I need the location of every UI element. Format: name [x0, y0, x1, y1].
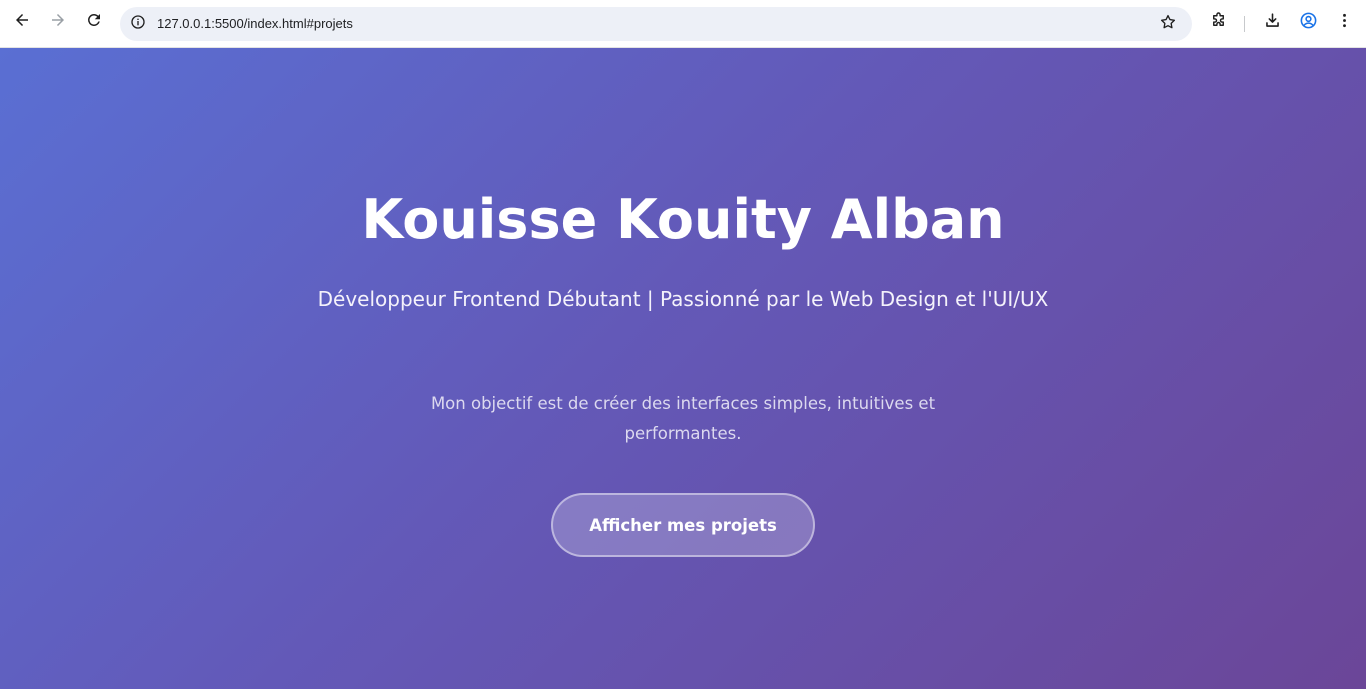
- star-icon: [1159, 13, 1177, 36]
- kebab-menu-icon: [1335, 11, 1354, 35]
- site-info-button[interactable]: [129, 14, 147, 35]
- address-bar[interactable]: 127.0.0.1:5500/index.html#projets: [120, 7, 1192, 41]
- arrow-left-icon: [13, 11, 31, 34]
- reload-button[interactable]: [80, 8, 108, 36]
- toolbar-divider: [1244, 16, 1245, 32]
- reload-icon: [85, 11, 103, 34]
- hero-section: Kouisse Kouity Alban Développeur Fronten…: [0, 48, 1366, 689]
- download-icon: [1263, 11, 1282, 35]
- hero-description: Mon objectif est de créer des interfaces…: [430, 394, 936, 443]
- hero-subtitle: Développeur Frontend Débutant | Passionn…: [317, 287, 1049, 311]
- extensions-button[interactable]: [1205, 10, 1231, 36]
- forward-button[interactable]: [44, 8, 72, 36]
- active-tab-edge: [845, 0, 930, 2]
- browser-menu-button[interactable]: [1331, 10, 1357, 36]
- downloads-button[interactable]: [1259, 10, 1285, 36]
- account-icon: [1299, 11, 1318, 35]
- puzzle-icon: [1209, 11, 1228, 35]
- browser-toolbar: 127.0.0.1:5500/index.html#projets: [0, 0, 1366, 48]
- profile-button[interactable]: [1295, 10, 1321, 36]
- show-projects-button[interactable]: Afficher mes projets: [551, 493, 815, 557]
- url-text[interactable]: 127.0.0.1:5500/index.html#projets: [157, 16, 353, 31]
- info-icon: [130, 14, 146, 35]
- bookmark-button[interactable]: [1158, 14, 1178, 34]
- hero-title: Kouisse Kouity Alban: [361, 188, 1005, 251]
- arrow-right-icon: [49, 11, 67, 34]
- back-button[interactable]: [8, 8, 36, 36]
